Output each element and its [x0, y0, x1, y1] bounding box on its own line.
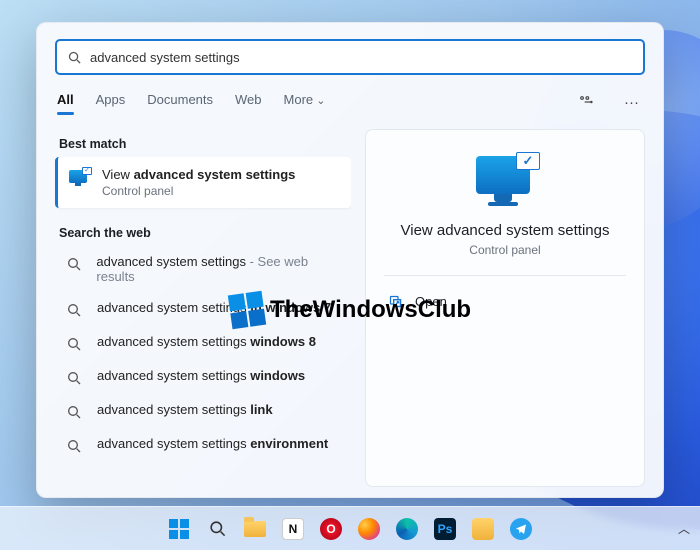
preview-open-action[interactable]: Open	[384, 286, 626, 317]
chevron-up-icon: ︿	[678, 520, 690, 537]
search-icon	[63, 402, 85, 420]
web-result-text: advanced system settings windows	[97, 368, 305, 383]
web-result-text: advanced system settings environment	[97, 436, 328, 451]
search-icon	[63, 436, 85, 454]
taskbar-search-button[interactable]	[202, 514, 232, 544]
taskbar: N O Ps	[0, 506, 700, 550]
tab-documents[interactable]: Documents	[147, 92, 213, 113]
web-result[interactable]: advanced system settings windows 8	[55, 326, 351, 360]
taskbar-tray-chevron[interactable]: ︿	[678, 506, 690, 550]
preview-title: View advanced system settings	[401, 222, 610, 239]
taskbar-telegram-button[interactable]	[506, 514, 536, 544]
search-icon	[63, 368, 85, 386]
search-box[interactable]	[55, 39, 645, 75]
tab-web[interactable]: Web	[235, 92, 262, 113]
web-result[interactable]: advanced system settings - See web resul…	[55, 246, 351, 292]
web-result-text: advanced system settings in windows 7	[97, 300, 331, 315]
folder-icon	[244, 521, 266, 537]
start-search-flyout: All Apps Documents Web More ··· Best mat…	[36, 22, 664, 498]
results-column: Best match ✓ View advanced system settin…	[55, 129, 351, 487]
tab-all[interactable]: All	[57, 92, 74, 113]
web-result[interactable]: advanced system settings in windows 7	[55, 292, 351, 326]
taskbar-opera-button[interactable]: O	[316, 514, 346, 544]
taskbar-explorer-button[interactable]	[240, 514, 270, 544]
best-match-result[interactable]: ✓ View advanced system settings Control …	[55, 157, 351, 208]
best-match-prefix: View	[102, 167, 134, 182]
best-match-subtitle: Control panel	[102, 184, 295, 198]
app-icon	[472, 518, 494, 540]
taskbar-edge-button[interactable]	[392, 514, 422, 544]
telegram-icon	[510, 518, 532, 540]
preview-open-label: Open	[415, 294, 447, 309]
web-result[interactable]: advanced system settings windows	[55, 360, 351, 394]
search-icon	[63, 334, 85, 352]
preview-subtitle: Control panel	[469, 243, 540, 257]
search-input[interactable]	[90, 50, 633, 65]
web-result-text: advanced system settings link	[97, 402, 273, 417]
taskbar-app-button[interactable]	[468, 514, 498, 544]
photoshop-icon: Ps	[434, 518, 456, 540]
search-options-icon[interactable]	[574, 89, 598, 115]
taskbar-start-button[interactable]	[164, 514, 194, 544]
windows-logo-icon	[169, 519, 189, 539]
search-icon	[63, 254, 84, 272]
taskbar-firefox-button[interactable]	[354, 514, 384, 544]
taskbar-notion-button[interactable]: N	[278, 514, 308, 544]
web-result[interactable]: advanced system settings link	[55, 394, 351, 428]
preview-app-icon	[470, 152, 540, 208]
tab-more[interactable]: More	[284, 92, 326, 113]
search-icon	[63, 300, 85, 318]
tab-apps[interactable]: Apps	[96, 92, 126, 113]
control-panel-icon: ✓	[68, 167, 90, 187]
edge-icon	[396, 518, 418, 540]
opera-icon: O	[320, 518, 342, 540]
search-icon	[208, 519, 227, 538]
search-web-heading: Search the web	[55, 218, 351, 246]
search-scope-tabs: All Apps Documents Web More ···	[55, 89, 645, 123]
result-preview-pane: View advanced system settings Control pa…	[365, 129, 645, 487]
taskbar-photoshop-button[interactable]: Ps	[430, 514, 460, 544]
web-result-text: advanced system settings - See web resul…	[96, 254, 343, 284]
notion-icon: N	[282, 518, 304, 540]
more-options-icon[interactable]: ···	[620, 91, 643, 114]
best-match-bold: advanced system settings	[134, 167, 296, 182]
open-icon	[388, 294, 403, 309]
search-icon	[67, 50, 82, 65]
web-result-text: advanced system settings windows 8	[97, 334, 316, 349]
web-result[interactable]: advanced system settings environment	[55, 428, 351, 462]
best-match-heading: Best match	[55, 129, 351, 157]
preview-divider	[384, 275, 626, 276]
firefox-icon	[358, 518, 380, 540]
